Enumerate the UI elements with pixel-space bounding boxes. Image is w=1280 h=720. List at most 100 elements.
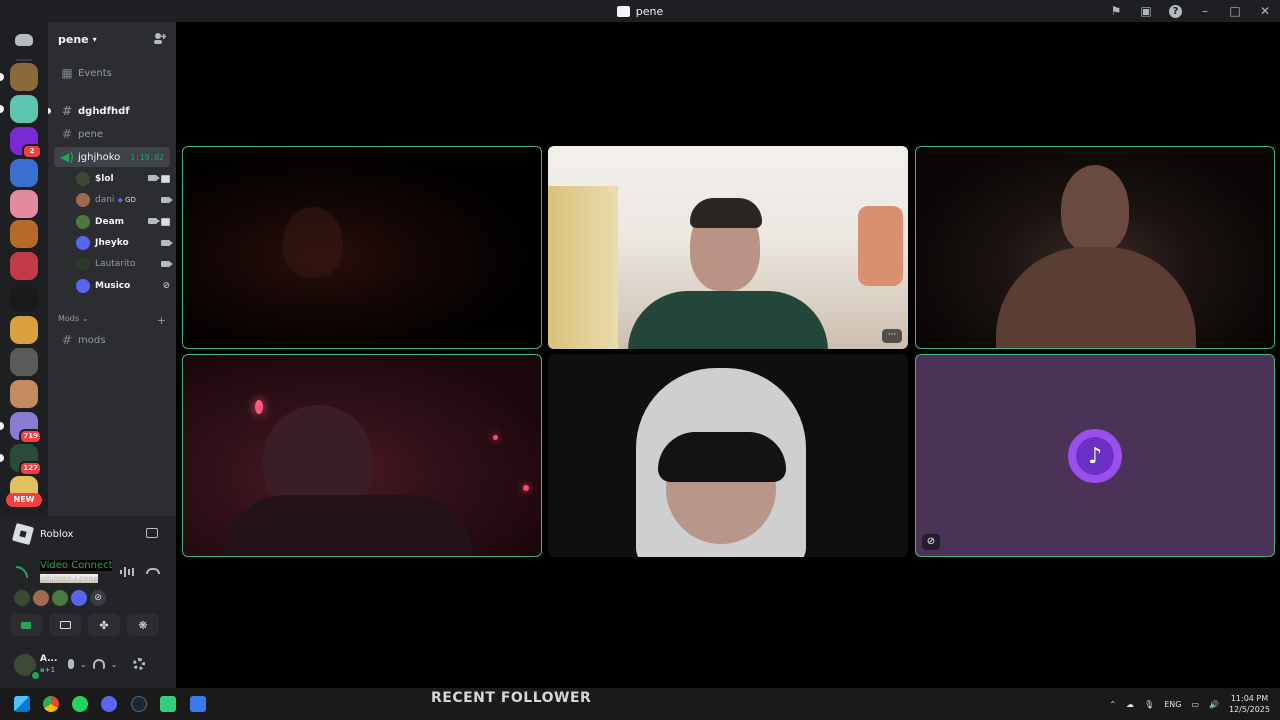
screen-share-icon bbox=[161, 218, 170, 226]
voice-user[interactable]: Deam bbox=[76, 212, 170, 232]
participant-video bbox=[996, 247, 1196, 348]
chevron-down-icon[interactable]: ⌄ bbox=[80, 660, 87, 669]
participant-video bbox=[223, 495, 473, 556]
help-icon[interactable]: ? bbox=[1169, 4, 1182, 18]
category-label: Mods bbox=[58, 314, 80, 323]
noise-suppression-icon[interactable] bbox=[120, 567, 134, 577]
server-header[interactable]: pene ▾ bbox=[48, 22, 176, 56]
category-mods[interactable]: Mods ⌄ + bbox=[58, 314, 166, 327]
more-options-icon[interactable]: ··· bbox=[882, 329, 902, 343]
server-icon[interactable] bbox=[10, 159, 38, 187]
voice-user[interactable]: $lol bbox=[76, 169, 170, 189]
mention-badge: 127 bbox=[19, 461, 42, 476]
avatar bbox=[14, 590, 30, 606]
video-tile[interactable] bbox=[915, 146, 1275, 349]
screen-share-icon[interactable] bbox=[146, 528, 158, 538]
volume-icon[interactable]: 🔊 bbox=[1209, 700, 1219, 709]
cloud-icon[interactable]: ☁ bbox=[1126, 700, 1134, 709]
activity-panel: Roblox bbox=[0, 516, 176, 552]
app-icon[interactable] bbox=[160, 696, 176, 712]
microphone-icon[interactable] bbox=[68, 659, 74, 669]
add-channel-icon[interactable]: + bbox=[157, 314, 166, 327]
voice-user[interactable]: Jheyko bbox=[76, 233, 173, 253]
camera-icon bbox=[21, 621, 31, 629]
home-button[interactable] bbox=[11, 27, 37, 53]
disconnect-icon[interactable] bbox=[146, 568, 160, 574]
server-icon[interactable] bbox=[10, 252, 38, 280]
server-icon[interactable] bbox=[10, 284, 38, 312]
server-icon[interactable] bbox=[0, 63, 38, 91]
channel-sidebar: pene ▾ ▦ Events # dghdfhdf # pene ◀) jgh… bbox=[48, 22, 176, 516]
gear-icon[interactable] bbox=[133, 658, 146, 670]
channel-pene[interactable]: # pene bbox=[54, 124, 170, 144]
activity-icon: ⊘ bbox=[922, 534, 940, 550]
video-tile[interactable] bbox=[182, 354, 542, 557]
voice-location[interactable]: jghjhoko / pene bbox=[40, 574, 98, 583]
server-icon[interactable] bbox=[10, 220, 38, 248]
invite-icon[interactable] bbox=[153, 32, 166, 45]
voice-user-name: $lol bbox=[95, 174, 114, 184]
events-item[interactable]: ▦ Events bbox=[54, 63, 170, 83]
download-icon[interactable]: ▣ bbox=[1131, 4, 1161, 18]
minimize-button[interactable]: – bbox=[1190, 4, 1220, 18]
voice-user[interactable]: Lautarito bbox=[76, 254, 173, 274]
server-icon[interactable] bbox=[10, 316, 38, 344]
close-button[interactable]: ✕ bbox=[1250, 4, 1280, 18]
voice-channel-jghjhoko[interactable]: ◀) jghjhoko 1:19:02 bbox=[54, 147, 170, 167]
video-grid: ··· ♪ ⊘ bbox=[176, 22, 1280, 688]
server-icon[interactable] bbox=[10, 348, 38, 376]
activities-button[interactable]: ✤ bbox=[88, 614, 120, 636]
voice-user[interactable]: dani ◆ GD bbox=[76, 190, 173, 210]
server-icon[interactable]: 719 bbox=[0, 412, 42, 444]
clock[interactable]: 11:04 PM 12/5/2025 bbox=[1229, 693, 1270, 715]
guild-tag-label: GD bbox=[125, 196, 136, 204]
camera-icon bbox=[148, 175, 160, 181]
headphones-icon[interactable] bbox=[92, 659, 105, 669]
channel-mods[interactable]: # mods bbox=[54, 330, 170, 350]
username[interactable]: A... bbox=[40, 654, 57, 664]
voice-user-name: Deam bbox=[95, 217, 125, 227]
mention-badge: 2 bbox=[22, 144, 42, 159]
voice-status[interactable]: Video Connected bbox=[40, 560, 112, 571]
discord-icon[interactable] bbox=[101, 696, 117, 712]
share-screen-button[interactable] bbox=[49, 614, 81, 636]
voice-user[interactable]: Musico ⊘ bbox=[76, 276, 170, 296]
maximize-button[interactable]: □ bbox=[1220, 4, 1250, 18]
microphone-icon[interactable]: 🎙 bbox=[1144, 700, 1154, 709]
camera-button[interactable] bbox=[10, 614, 42, 636]
hashtag-icon: # bbox=[61, 127, 73, 141]
video-tile[interactable] bbox=[182, 146, 542, 349]
voice-user-name: dani bbox=[95, 195, 115, 205]
inbox-icon[interactable]: ⚑ bbox=[1101, 4, 1131, 18]
video-tile[interactable]: ··· bbox=[548, 146, 908, 349]
server-icon[interactable]: 2 bbox=[10, 127, 42, 159]
channel-dghdfhdf[interactable]: # dghdfhdf bbox=[54, 101, 170, 121]
activity-icon: ⊘ bbox=[162, 281, 170, 291]
steam-icon[interactable] bbox=[131, 696, 147, 712]
chrome-icon[interactable] bbox=[43, 696, 59, 712]
roblox-icon bbox=[11, 522, 35, 546]
voice-user-name: Musico bbox=[95, 281, 131, 291]
date: 12/5/2025 bbox=[1228, 705, 1270, 714]
chevron-down-icon: ▾ bbox=[92, 34, 97, 44]
spotify-icon[interactable] bbox=[72, 696, 88, 712]
windows-start-icon[interactable] bbox=[14, 696, 30, 712]
avatar bbox=[76, 193, 90, 207]
avatar bbox=[52, 590, 68, 606]
app-icon[interactable] bbox=[190, 696, 206, 712]
server-icon[interactable] bbox=[10, 380, 38, 408]
video-tile-musico[interactable]: ♪ ⊘ bbox=[915, 354, 1275, 557]
server-icon[interactable] bbox=[10, 190, 38, 218]
video-tile[interactable] bbox=[548, 354, 908, 557]
server-icon[interactable] bbox=[0, 95, 38, 123]
avatar bbox=[76, 279, 90, 293]
chevron-up-icon[interactable]: ⌃ bbox=[1109, 700, 1116, 709]
server-icon[interactable]: 127 bbox=[0, 444, 42, 476]
language-indicator[interactable]: ENG bbox=[1164, 700, 1181, 709]
user-area: A... ▪+1 ⌄ ⌄ bbox=[0, 648, 176, 688]
network-icon[interactable]: ▭ bbox=[1191, 700, 1199, 709]
camera-icon bbox=[161, 261, 173, 267]
soundboard-button[interactable]: ❋ bbox=[127, 614, 159, 636]
chevron-down-icon[interactable]: ⌄ bbox=[111, 660, 118, 669]
camera-icon bbox=[161, 240, 173, 246]
